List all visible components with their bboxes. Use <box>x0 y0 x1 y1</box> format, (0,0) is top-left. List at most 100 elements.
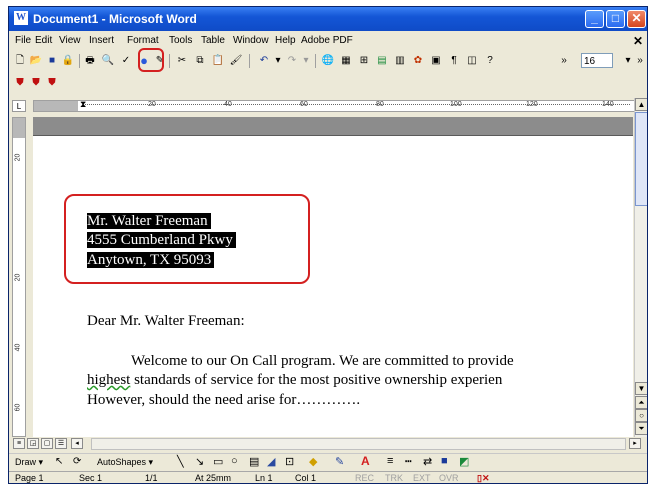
arrow-style-icon[interactable]: ⇄ <box>423 455 432 468</box>
convert-to-pdf-icon[interactable]: ⛊ <box>13 76 27 90</box>
toolbar-overflow-icon[interactable]: » <box>633 54 647 68</box>
menu-insert[interactable]: Insert <box>89 35 114 46</box>
horizontal-ruler[interactable]: 20 40 60 80 100 120 140 ⧗ <box>33 99 639 112</box>
insert-excel-icon[interactable]: ▤ <box>375 54 389 68</box>
dash-style-icon[interactable]: ┅ <box>405 455 412 468</box>
horizontal-ruler-row: L 20 40 60 80 100 120 140 ⧗ <box>9 98 647 114</box>
document-map-icon[interactable]: ▣ <box>429 54 443 68</box>
grammar-flagged-word[interactable]: highest <box>87 372 130 388</box>
help-icon[interactable]: ? <box>483 54 497 68</box>
close-button[interactable]: ✕ <box>627 10 646 28</box>
status-ext[interactable]: EXT <box>413 473 431 483</box>
save-icon[interactable]: ■ <box>45 54 59 68</box>
cut-icon[interactable]: ✂ <box>175 54 189 68</box>
status-bar: Page 1 Sec 1 1/1 At 25mm Ln 1 Col 1 REC … <box>9 471 647 483</box>
menu-help[interactable]: Help <box>275 35 296 46</box>
copy-icon[interactable]: ⧉ <box>193 54 207 68</box>
rectangle-icon[interactable]: ▭ <box>213 455 223 468</box>
undo-dropdown-icon[interactable]: ▾ <box>271 54 285 68</box>
columns-icon[interactable]: ▥ <box>393 54 407 68</box>
drawing-toolbar: Draw ▾ ↖ ⟳ AutoShapes ▾ ╲ ↘ ▭ ○ ▤ ◢ ⊡ ◆ … <box>9 453 647 472</box>
show-hide-icon[interactable]: ¶ <box>447 54 461 68</box>
drawing-icon[interactable]: ✿ <box>411 54 425 68</box>
redo-dropdown-icon[interactable]: ▾ <box>299 54 313 68</box>
maximize-button[interactable]: □ <box>606 10 625 28</box>
menu-tools[interactable]: Tools <box>169 35 192 46</box>
menu-file[interactable]: File <box>15 35 31 46</box>
menu-view[interactable]: View <box>59 35 81 46</box>
menu-format[interactable]: Format <box>127 35 159 46</box>
rotate-icon[interactable]: ⟳ <box>73 456 81 467</box>
menu-adobe-pdf[interactable]: Adobe PDF <box>301 35 353 46</box>
text-box-icon[interactable]: ▤ <box>249 455 259 468</box>
vruler-tick: 20 <box>14 273 22 282</box>
wordart-icon[interactable]: ◢ <box>267 455 275 468</box>
outline-view-icon[interactable]: ☰ <box>55 438 67 449</box>
toolbar-separator <box>79 54 80 68</box>
toolbar-overflow-icon[interactable]: » <box>557 54 571 68</box>
3d-style-icon[interactable]: ◩ <box>459 455 469 468</box>
line-style-icon[interactable]: ≡ <box>387 455 393 467</box>
previous-page-icon[interactable]: ⏶ <box>635 396 647 409</box>
spelling-icon[interactable]: ✓ <box>119 54 133 68</box>
print-preview-icon[interactable]: 🔍 <box>101 54 115 68</box>
format-brush-icon[interactable]: 🖌 <box>229 54 243 68</box>
scroll-up-icon[interactable]: ▲ <box>635 98 647 111</box>
normal-view-icon[interactable]: ≡ <box>13 438 25 449</box>
scroll-right-icon[interactable]: ▸ <box>629 438 641 449</box>
menu-window[interactable]: Window <box>233 35 269 46</box>
scroll-thumb[interactable] <box>635 112 647 206</box>
print-icon[interactable]: 🖶 <box>83 54 97 68</box>
oval-icon[interactable]: ○ <box>231 455 238 467</box>
convert-and-email-icon[interactable]: ⛊ <box>29 76 43 90</box>
paragraph-line-1[interactable]: Welcome to our On Call program. We are c… <box>131 353 514 370</box>
status-ovr[interactable]: OVR <box>439 473 459 483</box>
salutation[interactable]: Dear Mr. Walter Freeman: <box>87 313 245 330</box>
scroll-left-icon[interactable]: ◂ <box>71 438 83 449</box>
tab-selector-icon[interactable]: L <box>12 100 26 112</box>
convert-and-review-icon[interactable]: ⛊ <box>45 76 59 90</box>
minimize-button[interactable]: _ <box>585 10 604 28</box>
next-page-icon[interactable]: ⏷ <box>635 422 647 435</box>
vertical-ruler[interactable]: 20 20 40 60 <box>12 117 26 437</box>
print-layout-icon[interactable]: ▢ <box>41 438 53 449</box>
arrow-icon[interactable]: ↘ <box>195 455 204 468</box>
autoshapes-menu-button[interactable]: AutoShapes ▾ <box>97 457 153 468</box>
status-trk[interactable]: TRK <box>385 473 403 483</box>
toolbar-separator <box>249 54 250 68</box>
tables-borders-icon[interactable]: ▦ <box>339 54 353 68</box>
draw-menu-button[interactable]: Draw ▾ <box>15 457 43 468</box>
font-size-select[interactable]: 16 <box>581 53 613 68</box>
fill-color-icon[interactable]: ◆ <box>309 455 317 468</box>
select-browse-object-icon[interactable]: ○ <box>635 409 647 422</box>
line-color-icon[interactable]: ✎ <box>335 455 344 468</box>
new-document-icon[interactable]: 🗋 <box>13 54 27 68</box>
status-rec[interactable]: REC <box>355 473 374 483</box>
undo-icon[interactable]: ↶ <box>257 54 271 68</box>
line-icon[interactable]: ╲ <box>177 455 184 468</box>
vertical-scrollbar[interactable]: ▲ ▼ ⏶ ○ ⏷ <box>634 98 647 437</box>
zoom-icon[interactable]: ◫ <box>465 54 479 68</box>
paste-icon[interactable]: 📋 <box>211 54 225 68</box>
web-layout-icon[interactable]: ◲ <box>27 438 39 449</box>
paragraph-line-2[interactable]: highest standards of service for the mos… <box>87 372 502 389</box>
spelling-status-icon[interactable]: ▯✕ <box>477 473 490 483</box>
paragraph-line-3[interactable]: However, should the need arise for…………. <box>87 392 360 409</box>
scroll-down-icon[interactable]: ▼ <box>635 382 647 395</box>
word-app-icon[interactable]: W <box>14 11 28 25</box>
insert-table-icon[interactable]: ⊞ <box>357 54 371 68</box>
menu-table[interactable]: Table <box>201 35 225 46</box>
select-objects-icon[interactable]: ↖ <box>55 456 63 467</box>
horizontal-scrollbar[interactable] <box>91 438 626 450</box>
shadow-style-icon[interactable]: ■ <box>441 455 448 467</box>
open-icon[interactable]: 📂 <box>29 54 43 68</box>
close-document-icon[interactable]: ✕ <box>633 34 643 48</box>
redo-icon[interactable]: ↷ <box>285 54 299 68</box>
clip-art-icon[interactable]: ⊡ <box>285 455 294 468</box>
menu-edit[interactable]: Edit <box>35 35 52 46</box>
indent-marker-icon[interactable]: ⧗ <box>80 99 86 110</box>
permission-icon[interactable]: 🔒 <box>61 54 75 68</box>
hyperlink-icon[interactable]: 🌐 <box>321 54 335 68</box>
status-at: At 25mm <box>195 473 232 483</box>
font-color-icon[interactable]: A <box>361 454 370 468</box>
